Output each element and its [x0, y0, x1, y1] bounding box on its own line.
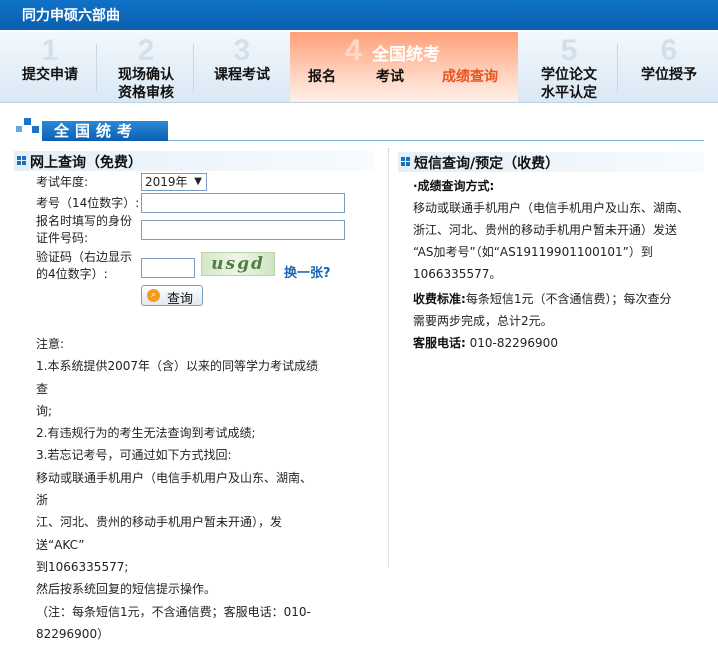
note-line: 到1066335577;: [36, 559, 129, 574]
section-underline: [168, 140, 704, 141]
section-header: 全国统考: [14, 118, 704, 141]
fee-text: 每条短信1元（不含通信费）；每次查分: [465, 292, 672, 306]
section-title: 全国统考: [42, 121, 168, 141]
note-line: 移动或联通手机用户（电信手机用户及山东、湖南、浙: [36, 470, 313, 508]
year-select[interactable]: 2019年 ▼: [141, 173, 207, 191]
step-number: 1: [41, 34, 59, 67]
online-query-title: 网上查询（免费）: [30, 155, 142, 171]
query-button[interactable]: ⌕ 查询: [141, 285, 203, 307]
step-number: 6: [660, 34, 678, 67]
service-phone: 010-82296900: [469, 336, 558, 350]
sms-query-title: 短信查询/预定（收费）: [414, 156, 560, 172]
service-row: 客服电话: 010-82296900: [413, 332, 693, 354]
query-button-label: 查询: [167, 292, 194, 307]
note-line: 注意:: [36, 337, 65, 351]
exam-number-input[interactable]: [141, 193, 345, 213]
decor-square: [16, 126, 22, 132]
sms-method-line: 移动或联通手机用户（电信手机用户及山东、湖南、: [413, 201, 690, 215]
note-line: 2.有违规行为的考生无法查询到考试成绩;: [36, 426, 256, 441]
substep-exam[interactable]: 考试: [376, 66, 404, 86]
sms-info: ·成绩查询方式: 移动或联通手机用户（电信手机用户及山东、湖南、 浙江、河北、贵…: [413, 175, 693, 354]
notes-block: 注意: 1.本系统提供2007年（含）以来的同等学力考试成绩查 询; 2.有违规…: [36, 333, 318, 645]
step-label: 提交申请: [22, 67, 78, 83]
step-4-title: 全国统考: [372, 45, 440, 65]
note-line: 1.本系统提供2007年（含）以来的同等学力考试成绩查: [36, 359, 318, 396]
step-5[interactable]: 5 学位论文 水平认定: [526, 32, 612, 102]
search-icon: ⌕: [147, 289, 160, 302]
top-bar: 同力申硕六部曲: [0, 0, 718, 30]
grid-icon: [401, 157, 410, 166]
step-number: 2: [137, 34, 155, 67]
step-label: 学位论文 水平认定: [541, 67, 597, 101]
step-4-active: 4 全国统考 报名 考试 成绩查询: [290, 32, 518, 102]
step-label: 课程考试: [214, 67, 270, 83]
site-title: 同力申硕六部曲: [22, 8, 120, 24]
divider: [193, 44, 194, 92]
id-number-label-line2: 证件号码:: [36, 231, 89, 245]
step-number: 3: [233, 34, 251, 67]
step-1[interactable]: 1 提交申请: [10, 32, 90, 102]
fee-label: 收费标准:: [413, 292, 466, 306]
sms-method-line: “AS加考号”（如“AS19119901100101”）到: [413, 245, 653, 259]
step-label: 学位授予: [641, 67, 697, 83]
service-label: 客服电话:: [413, 336, 466, 350]
online-query-header: 网上查询（免费）: [14, 151, 374, 171]
column-divider: [388, 148, 389, 568]
year-label: 考试年度:: [36, 175, 89, 189]
note-line: 82296900）: [36, 626, 110, 641]
step-number: 4: [345, 34, 362, 67]
step-number: 5: [560, 34, 578, 67]
sms-method-title: ·成绩查询方式:: [413, 179, 495, 193]
grid-icon: [17, 156, 26, 165]
sms-method-line: 1066335577。: [413, 267, 502, 281]
substep-register[interactable]: 报名: [308, 66, 336, 86]
captcha-label-line1: 验证码（右边显示: [36, 250, 133, 264]
divider: [96, 44, 97, 92]
captcha-label-line2: 的4位数字）:: [36, 267, 108, 281]
note-line: 江、河北、贵州的移动手机用户暂未开通），发送“AKC”: [36, 515, 283, 552]
note-line: 3.若忘记考号，可通过如下方式找回:: [36, 448, 232, 463]
decor-square: [24, 118, 31, 125]
step-label: 现场确认 资格审核: [118, 67, 174, 101]
captcha-image: usgd: [201, 252, 275, 276]
fee-row: 收费标准:每条短信1元（不含通信费）；每次查分: [413, 288, 693, 310]
step-3[interactable]: 3 课程考试: [200, 32, 284, 102]
decor-square: [32, 126, 39, 133]
exam-number-label: 考号（14位数字）:: [36, 196, 140, 210]
captcha-input[interactable]: [141, 258, 195, 278]
sms-query-header: 短信查询/预定（收费）: [398, 152, 704, 172]
year-value: 2019年: [145, 175, 188, 189]
note-line: 询;: [36, 403, 53, 418]
id-number-input[interactable]: [141, 220, 345, 240]
substep-score-query[interactable]: 成绩查询: [442, 66, 498, 86]
dropdown-arrow-icon: ▼: [194, 176, 202, 187]
step-6[interactable]: 6 学位授予: [626, 32, 712, 102]
sms-method-line: 浙江、河北、贵州的移动手机用户暂未开通）发送: [413, 223, 678, 237]
fee-text-cont: 需要两步完成，总计2元。: [413, 314, 553, 328]
refresh-captcha-link[interactable]: 换一张?: [284, 262, 331, 281]
divider: [617, 44, 618, 92]
note-line: 然后按系统回复的短信提示操作。: [36, 582, 217, 597]
note-line: （注：每条短信1元，不含通信费；客服电话：010-: [36, 604, 311, 619]
step-2[interactable]: 2 现场确认 资格审核: [104, 32, 188, 102]
id-number-label-line1: 报名时填写的身份: [36, 214, 133, 228]
